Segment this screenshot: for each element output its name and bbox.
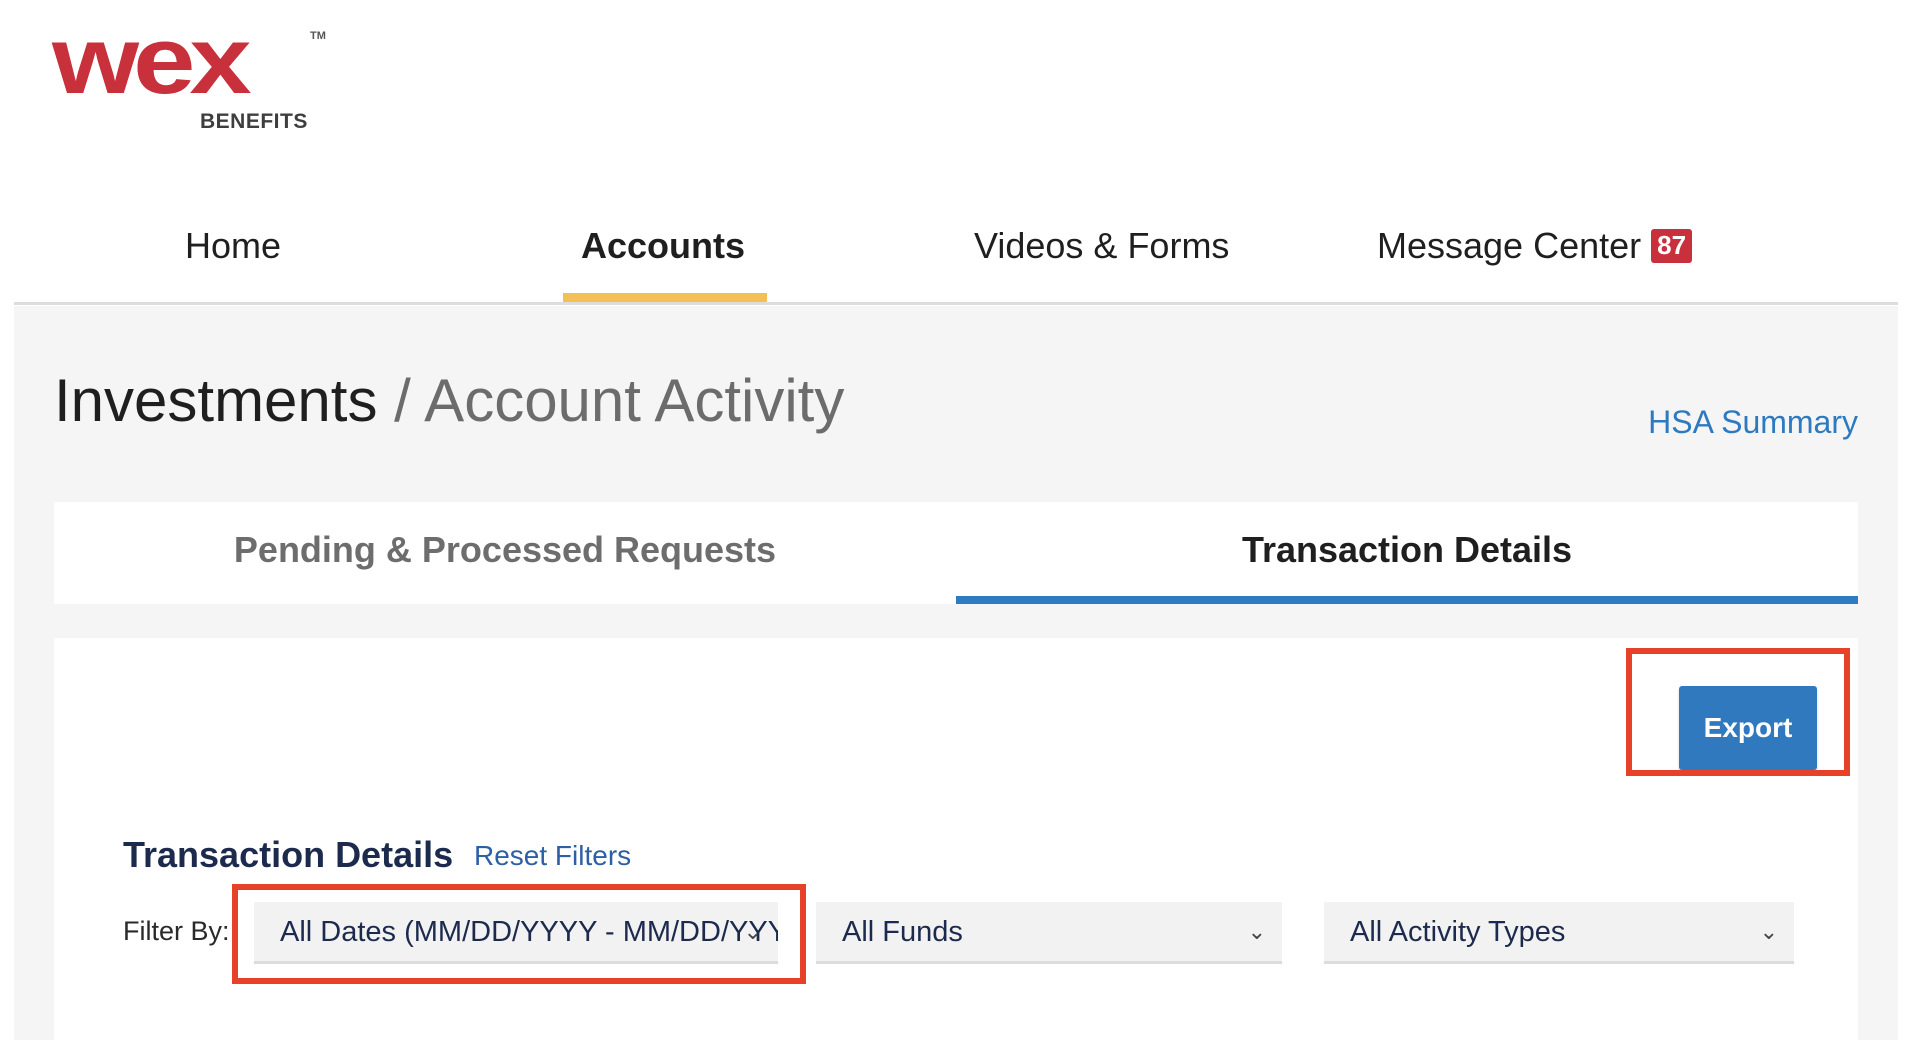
tab-pending-processed-requests[interactable]: Pending & Processed Requests <box>54 502 956 604</box>
activity-tabs: Pending & Processed Requests Transaction… <box>54 502 1858 604</box>
logo-subtitle: BENEFITS <box>200 110 308 133</box>
funds-select[interactable]: All Funds ⌄ <box>816 902 1282 964</box>
section-title: Transaction Details <box>123 834 454 875</box>
date-range-value: All Dates (MM/DD/YYYY - MM/DD/YYYY) <box>280 916 778 948</box>
chevron-down-icon: ⌄ <box>743 919 762 944</box>
nav-item-accounts[interactable]: Accounts <box>581 225 745 267</box>
breadcrumb-investments[interactable]: Investments <box>54 367 377 434</box>
breadcrumb-account-activity: Account Activity <box>424 367 845 434</box>
page-title: Investments / Account Activity <box>54 366 844 435</box>
breadcrumb-separator: / <box>394 367 411 434</box>
main-navigation: Home Accounts Videos & Forms Message Cen… <box>14 195 1898 305</box>
tab-transaction-details[interactable]: Transaction Details <box>956 502 1858 604</box>
transaction-details-panel: Export Transaction Details Reset Filters… <box>54 638 1858 1040</box>
nav-item-videos-forms[interactable]: Videos & Forms <box>974 225 1229 267</box>
export-button[interactable]: Export <box>1679 686 1817 770</box>
filter-by-label: Filter By: <box>123 916 230 946</box>
logo-trademark: TM <box>310 30 326 42</box>
nav-item-home[interactable]: Home <box>185 225 281 267</box>
active-nav-indicator <box>563 293 767 302</box>
date-range-select[interactable]: All Dates (MM/DD/YYYY - MM/DD/YYYY) ⌄ <box>254 902 778 964</box>
activity-types-value: All Activity Types <box>1350 916 1566 948</box>
chevron-down-icon: ⌄ <box>1247 919 1266 944</box>
reset-filters-link[interactable]: Reset Filters <box>474 840 631 872</box>
hsa-summary-link[interactable]: HSA Summary <box>1648 404 1858 441</box>
content-area: Investments / Account Activity HSA Summa… <box>14 306 1898 1040</box>
wex-benefits-logo[interactable]: wex TM BENEFITS <box>52 6 342 143</box>
logo-wordmark: wex <box>52 6 252 114</box>
funds-value: All Funds <box>842 916 963 948</box>
nav-item-message-center[interactable]: Message Center 87 <box>1377 225 1693 267</box>
activity-types-select[interactable]: All Activity Types ⌄ <box>1324 902 1794 964</box>
chevron-down-icon: ⌄ <box>1759 919 1778 944</box>
message-count-badge: 87 <box>1651 229 1693 263</box>
nav-item-message-center-label: Message Center <box>1377 225 1642 266</box>
